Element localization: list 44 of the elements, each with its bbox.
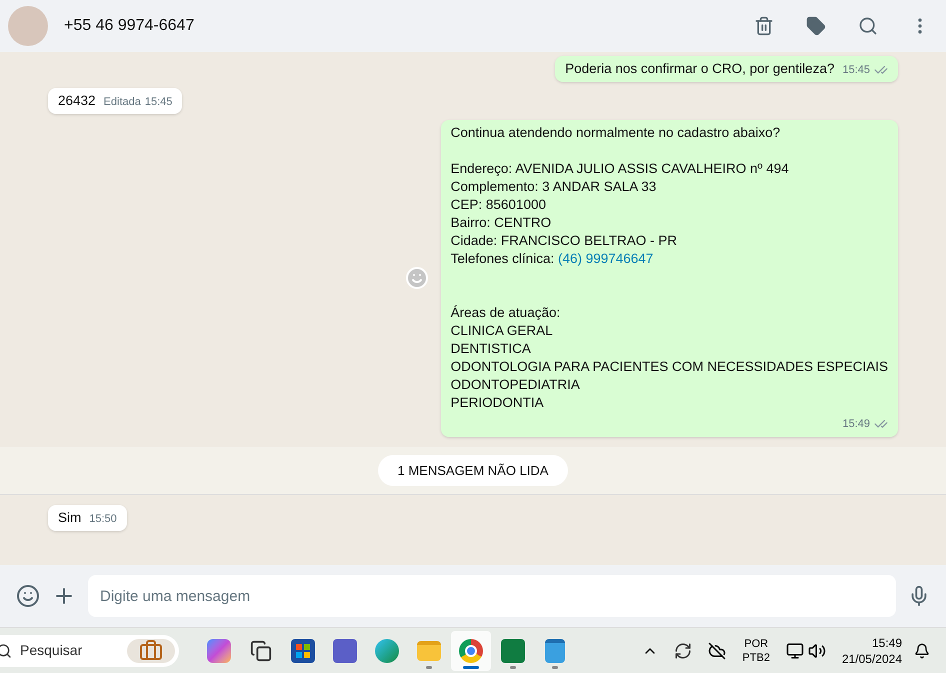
message-text: Endereço: AVENIDA JULIO ASSIS CAVALHEIRO nº 494	[450, 161, 789, 176]
language-indicator[interactable]: POR PTB2	[742, 636, 770, 664]
message-text: Cidade: FRANCISCO BELTRAO - PR	[450, 233, 677, 248]
delete-icon[interactable]	[754, 16, 774, 36]
message-time: 15:50	[89, 512, 117, 526]
message-text: Telefones clínica: (46) 999746647	[450, 251, 654, 266]
message-input[interactable]: Digite uma mensagem	[88, 575, 896, 617]
message-text: 26432	[58, 93, 96, 108]
message-time: 15:49	[842, 417, 870, 432]
phone-link[interactable]: (46) 999746647	[558, 251, 654, 266]
message-text: Continua atendendo normalmente no cadastro abaixo?	[450, 125, 780, 140]
cloud-off-icon[interactable]	[708, 642, 726, 660]
message-text: Bairro: CENTRO	[450, 215, 552, 230]
volume-icon[interactable]	[808, 642, 826, 660]
network-icon[interactable]	[786, 642, 804, 660]
message-text: Sim	[58, 510, 82, 525]
search-icon[interactable]	[858, 16, 878, 36]
edited-label: Editada	[104, 94, 141, 110]
taskbar-search-field[interactable]: Pesquisar	[0, 634, 179, 666]
message-text: DENTISTICA	[450, 341, 531, 356]
message-text: CLINICA GERAL	[450, 323, 553, 338]
contact-name[interactable]: +55 46 9974-6647	[64, 14, 194, 38]
store-icon	[291, 638, 315, 662]
message-time: 15:45	[842, 62, 870, 78]
sync-icon[interactable]	[674, 642, 692, 660]
message-text: PERIODONTIA	[450, 395, 544, 410]
emoji-icon[interactable]	[16, 584, 40, 608]
message-text: ODONTOLOGIA PARA PACIENTES COM NECESSIDADES ESPECIAIS	[450, 359, 888, 374]
clock[interactable]: 15:49 21/05/2024	[842, 634, 902, 666]
message-text: Poderia nos confirmar o CRO, por gentileza?	[565, 61, 834, 76]
task-view-icon	[250, 640, 272, 662]
chrome-icon	[459, 638, 483, 662]
briefcase-icon	[127, 638, 175, 662]
message-text: Áreas de atuação:	[450, 305, 560, 320]
message-text: ODONTOPEDIATRIA	[450, 377, 580, 392]
search-icon	[0, 642, 12, 658]
message-text: CEP: 85601000	[450, 197, 546, 212]
message-time: 15:45	[144, 94, 172, 110]
taskbar-app-button[interactable]	[451, 630, 491, 670]
unread-messages-badge: 1 MENSAGEM NÃO LIDA	[378, 454, 568, 486]
label-icon[interactable]	[806, 16, 826, 36]
folder-icon	[417, 640, 441, 660]
notification-icon[interactable]	[914, 642, 930, 658]
message-text: Complemento: 3 ANDAR SALA 33	[450, 179, 656, 194]
